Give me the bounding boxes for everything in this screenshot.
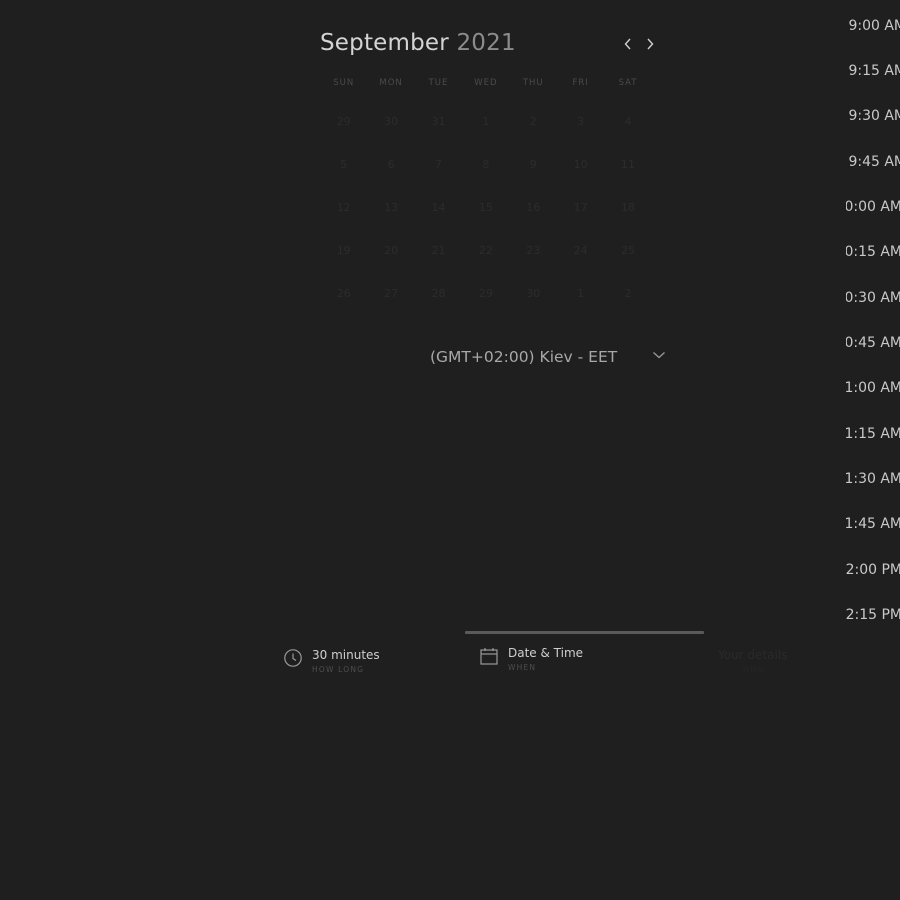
calendar-day: 5 <box>340 158 348 171</box>
calendar-day: 14 <box>431 201 446 214</box>
next-month-button[interactable] <box>642 36 658 52</box>
time-slot-label: 11:45 AM <box>846 516 900 532</box>
weekday-thu: THU <box>522 78 544 88</box>
calendar-year: 2021 <box>456 30 516 56</box>
calendar-day: 22 <box>478 244 493 257</box>
calendar-day: 23 <box>526 244 541 257</box>
time-slot-label: 12:15 PM <box>846 607 900 623</box>
time-slot[interactable]: 11:45 AM <box>846 509 900 539</box>
calendar-day: 25 <box>621 244 636 257</box>
step-duration-subtitle: HOW LONG <box>312 665 365 674</box>
timezone-select[interactable]: (GMT+02:00) Kiev - EET <box>430 344 670 370</box>
weekday-sun: SUN <box>333 78 355 88</box>
time-slot-label: 11:15 AM <box>846 426 900 442</box>
calendar-day: 3 <box>577 115 585 128</box>
calendar-month: September <box>320 30 449 56</box>
time-slot[interactable]: 11:00 AM <box>846 373 900 403</box>
calendar-day: 13 <box>384 201 399 214</box>
chevron-down-icon <box>653 352 665 359</box>
time-slot[interactable]: 10:15 AM <box>846 237 900 267</box>
calendar-day: 2 <box>529 115 537 128</box>
calendar-day: 10 <box>573 158 588 171</box>
step-text: Date & Time WHEN <box>508 646 583 672</box>
calendar-day: 19 <box>336 244 351 257</box>
time-slot-label: 10:15 AM <box>846 244 900 260</box>
time-slot-label: 9:30 AM <box>848 108 900 124</box>
calendar-day: 24 <box>573 244 588 257</box>
step-duration-title: 30 minutes <box>312 648 380 662</box>
time-slot[interactable]: 9:15 AM <box>846 56 900 86</box>
time-slot[interactable]: 9:00 AM <box>846 11 900 41</box>
calendar-day: 20 <box>384 244 399 257</box>
calendar-day: 26 <box>336 287 351 300</box>
calendar-day: 16 <box>526 201 541 214</box>
calendar-day: 27 <box>384 287 399 300</box>
step-details-title: Your details <box>718 648 788 662</box>
step-date-time[interactable]: Date & Time WHEN <box>479 646 583 672</box>
time-slot-label: 10:30 AM <box>846 290 900 306</box>
step-details-subtitle: WHO <box>742 665 765 674</box>
chevron-left-icon <box>624 38 631 50</box>
time-slot[interactable]: 12:15 PM <box>846 600 900 630</box>
calendar-day: 29 <box>478 287 493 300</box>
active-step-indicator <box>465 631 704 634</box>
step-text: Your details WHO <box>718 648 787 674</box>
calendar-day: 18 <box>621 201 636 214</box>
weekday-sat: SAT <box>618 78 638 88</box>
calendar-day: 31 <box>431 115 446 128</box>
calendar-day: 1 <box>482 115 490 128</box>
calendar-day-grid: 29 30 31 1 2 3 4 5 6 7 8 9 10 11 12 13 1… <box>320 100 652 315</box>
previous-month-button[interactable] <box>620 36 636 52</box>
calendar-day: 9 <box>529 158 537 171</box>
weekday-fri: FRI <box>572 78 589 88</box>
weekday-mon: MON <box>379 78 403 88</box>
time-slot[interactable]: 11:30 AM <box>846 464 900 494</box>
calendar-day: 17 <box>573 201 588 214</box>
calendar-day: 21 <box>431 244 446 257</box>
calendar-day: 12 <box>336 201 351 214</box>
time-slot[interactable]: 11:15 AM <box>846 419 900 449</box>
time-slot-label: 10:45 AM <box>846 335 900 351</box>
time-slot-label: 11:00 AM <box>846 380 900 396</box>
calendar-day: 28 <box>431 287 446 300</box>
time-slot[interactable]: 10:00 AM <box>846 192 900 222</box>
time-slot-label: 11:30 AM <box>846 471 900 487</box>
chevron-right-icon <box>647 38 654 50</box>
calendar-day: 15 <box>478 201 493 214</box>
time-slot[interactable]: 12:00 PM <box>846 555 900 585</box>
calendar-day: 2 <box>624 287 632 300</box>
step-date-time-title: Date & Time <box>508 646 584 660</box>
calendar-day: 30 <box>384 115 399 128</box>
time-slot-label: 10:00 AM <box>846 199 900 215</box>
clock-icon <box>284 649 302 667</box>
calendar-day: 1 <box>577 287 585 300</box>
calendar-day: 8 <box>482 158 490 171</box>
calendar-day: 4 <box>624 115 632 128</box>
time-slot[interactable]: 9:30 AM <box>846 101 900 131</box>
calendar-icon <box>480 648 498 665</box>
step-duration[interactable]: 30 minutes HOW LONG <box>283 648 380 674</box>
step-date-time-subtitle: WHEN <box>508 663 537 672</box>
weekday-wed: WED <box>474 78 498 88</box>
time-slot[interactable]: 10:45 AM <box>846 328 900 358</box>
time-slot[interactable]: 9:45 AM <box>846 147 900 177</box>
time-slot[interactable]: 10:30 AM <box>846 283 900 313</box>
calendar-day: 6 <box>387 158 395 171</box>
weekday-tue: TUE <box>428 78 449 88</box>
calendar-day: 30 <box>526 287 541 300</box>
weekday-header: SUN MON TUE WED THU FRI SAT <box>320 78 650 92</box>
calendar-day: 11 <box>621 158 636 171</box>
booking-page: September 2021 SUN MON TUE WED THU FRI S… <box>0 0 900 900</box>
time-slot-label: 9:15 AM <box>848 63 900 79</box>
step-text: 30 minutes HOW LONG <box>312 648 380 674</box>
time-slot-label: 12:00 PM <box>846 562 900 578</box>
timezone-label: (GMT+02:00) Kiev - EET <box>430 348 618 366</box>
step-details[interactable]: Your details WHO <box>718 648 787 674</box>
calendar-title: September 2021 <box>320 30 516 56</box>
time-slot-label: 9:45 AM <box>848 154 900 170</box>
calendar-day: 7 <box>434 158 442 171</box>
calendar-day: 29 <box>336 115 351 128</box>
time-slot-label: 9:00 AM <box>848 18 900 34</box>
